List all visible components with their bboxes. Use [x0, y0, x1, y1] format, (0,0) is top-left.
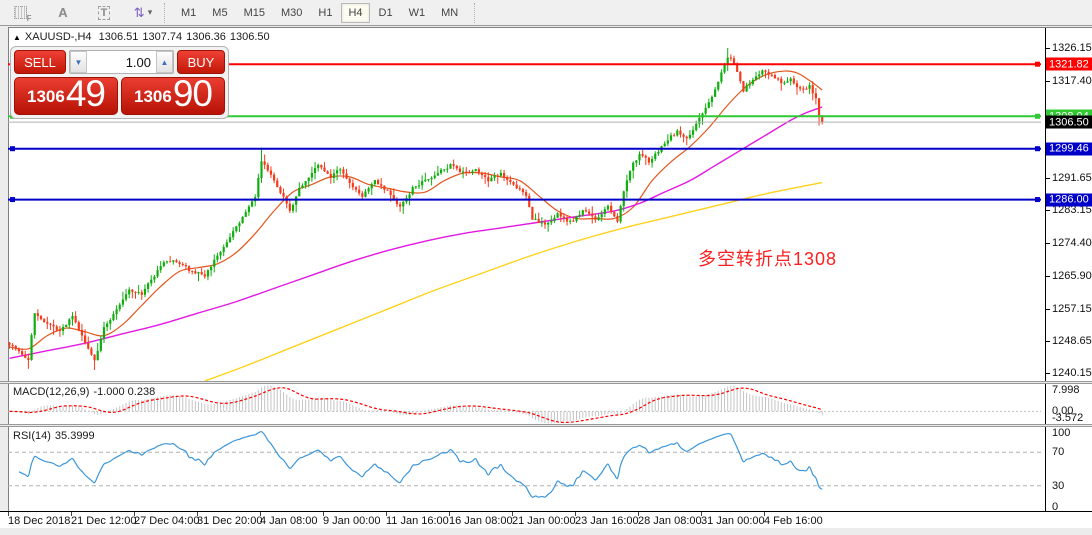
buy-price-pips: 90	[173, 76, 212, 112]
macd-values: -1.000 0.238	[93, 386, 155, 398]
low-value: 1306.36	[186, 31, 226, 43]
rsi-value: 35.3999	[55, 430, 95, 442]
price-tick-mark	[1046, 48, 1050, 49]
grid-snap-button[interactable]: F	[8, 3, 32, 23]
price-tick-mark	[1046, 178, 1050, 179]
timeframe-button-M1[interactable]: M1	[174, 3, 203, 23]
main-toolbar: F A T ⇅ ▾ M1M5M15M30H1H4D1W1MN	[0, 0, 1092, 26]
price-tick-mark	[1046, 210, 1050, 211]
price-tick-label: 1283.15	[1052, 204, 1092, 216]
pane-separator[interactable]	[0, 381, 1092, 384]
price-tick-label: 1265.90	[1052, 270, 1092, 282]
timeframe-button-H1[interactable]: H1	[311, 3, 339, 23]
rsi-axis-label: 70	[1052, 446, 1064, 458]
chevron-down-icon[interactable]: ▾	[148, 7, 153, 18]
price-line-label: 1286.00	[1046, 193, 1092, 206]
expand-triangle-icon: ▲	[13, 33, 21, 42]
grid-icon: F	[14, 6, 27, 19]
time-tick-label: 21 Dec 12:00	[71, 515, 136, 527]
open-value: 1306.51	[99, 31, 139, 43]
current-price-label: 1306.50	[1046, 116, 1092, 129]
sell-price-pips: 49	[66, 76, 105, 112]
price-tick-label: 1326.15	[1052, 42, 1092, 54]
time-tick-label: 11 Jan 16:00	[386, 515, 449, 527]
sell-button[interactable]: SELL	[14, 50, 66, 74]
sell-price-panel[interactable]: 1306 49	[14, 77, 118, 115]
timeframe-button-M30[interactable]: M30	[274, 3, 309, 23]
price-tick-mark	[1046, 341, 1050, 342]
price-tick-mark	[1046, 81, 1050, 82]
price-tick-label: 1317.40	[1052, 75, 1092, 87]
time-tick-label: 23 Jan 16:00	[575, 515, 639, 527]
price-tick-label: 1257.15	[1052, 303, 1092, 315]
time-tick-label: 31 Dec 20:00	[197, 515, 262, 527]
timeframe-button-D1[interactable]: D1	[372, 3, 400, 23]
volume-stepper: ▼ 1.00 ▲	[69, 50, 174, 74]
price-tick-label: 1240.15	[1052, 367, 1092, 379]
volume-increase-button[interactable]: ▲	[156, 51, 173, 73]
letter-t-icon: T	[98, 6, 111, 20]
buy-price-panel[interactable]: 1306 90	[121, 77, 225, 115]
buy-button[interactable]: BUY	[177, 50, 225, 74]
price-line-label: 1299.46	[1046, 142, 1092, 155]
timeframe-toolbar: M1M5M15M30H1H4D1W1MN	[173, 3, 466, 23]
rsi-label: RSI(14)35.3999	[13, 430, 99, 442]
time-tick-label: 28 Jan 08:00	[638, 515, 702, 527]
macd-axis-max: 7.998	[1052, 384, 1080, 396]
time-tick-label: 4 Jan 08:00	[260, 515, 318, 527]
price-tick-mark	[1046, 373, 1050, 374]
app-window: F A T ⇅ ▾ M1M5M15M30H1H4D1W1MN ▲ XAUUSD-,…	[0, 0, 1092, 535]
window-bottom-edge	[0, 528, 1092, 535]
price-tick-label: 1274.40	[1052, 237, 1092, 249]
time-tick-label: 27 Dec 04:00	[134, 515, 199, 527]
toolbar-separator	[164, 3, 169, 23]
time-axis[interactable]: 18 Dec 201821 Dec 12:0027 Dec 04:0031 De…	[0, 511, 1092, 528]
price-tick-mark	[1046, 309, 1050, 310]
sell-price-main: 1306	[27, 82, 65, 112]
symbol-label: XAUUSD-,H4	[25, 31, 92, 43]
arrange-arrows-icon: ⇅	[134, 5, 145, 21]
timeframe-button-H4[interactable]: H4	[341, 3, 369, 23]
letter-a-icon: A	[58, 5, 67, 20]
time-tick-label: 21 Jan 00:00	[512, 515, 576, 527]
macd-label: MACD(12,26,9)-1.000 0.238	[13, 386, 159, 398]
timeframe-button-M5[interactable]: M5	[205, 3, 234, 23]
time-tick-label: 18 Dec 2018	[8, 515, 70, 527]
price-tick-label: 1291.65	[1052, 172, 1092, 184]
timeframe-button-W1[interactable]: W1	[402, 3, 433, 23]
timeframe-button-MN[interactable]: MN	[434, 3, 465, 23]
text-box-button[interactable]: T	[92, 3, 116, 23]
volume-decrease-button[interactable]: ▼	[70, 51, 87, 73]
rsi-axis-label: 30	[1052, 480, 1064, 492]
high-value: 1307.74	[142, 31, 182, 43]
rsi-axis-label: 100	[1052, 427, 1070, 439]
text-label-button[interactable]: A	[51, 3, 75, 23]
chart-title: ▲ XAUUSD-,H4 1306.511307.74 1306.36 1306.50	[13, 31, 274, 43]
buy-price-main: 1306	[134, 82, 172, 112]
volume-value[interactable]: 1.00	[87, 51, 156, 73]
pane-separator[interactable]	[0, 424, 1092, 427]
toolbar-separator	[474, 3, 479, 23]
time-tick-label: 16 Jan 08:00	[449, 515, 513, 527]
timeframe-button-M15[interactable]: M15	[237, 3, 272, 23]
price-line-label: 1321.82	[1046, 58, 1092, 71]
price-tick-mark	[1046, 276, 1050, 277]
macd-axis-min: -3.572	[1052, 412, 1083, 424]
close-value: 1306.50	[230, 31, 270, 43]
time-tick-label: 31 Jan 00:00	[701, 515, 765, 527]
price-tick-mark	[1046, 243, 1050, 244]
arrange-button[interactable]: ⇅ ▾	[131, 3, 155, 23]
time-tick-label: 9 Jan 00:00	[323, 515, 381, 527]
one-click-trading-panel: SELL ▼ 1.00 ▲ BUY 1306 49 1306 90	[10, 46, 229, 119]
price-tick-label: 1248.65	[1052, 335, 1092, 347]
time-tick-label: 4 Feb 16:00	[764, 515, 823, 527]
